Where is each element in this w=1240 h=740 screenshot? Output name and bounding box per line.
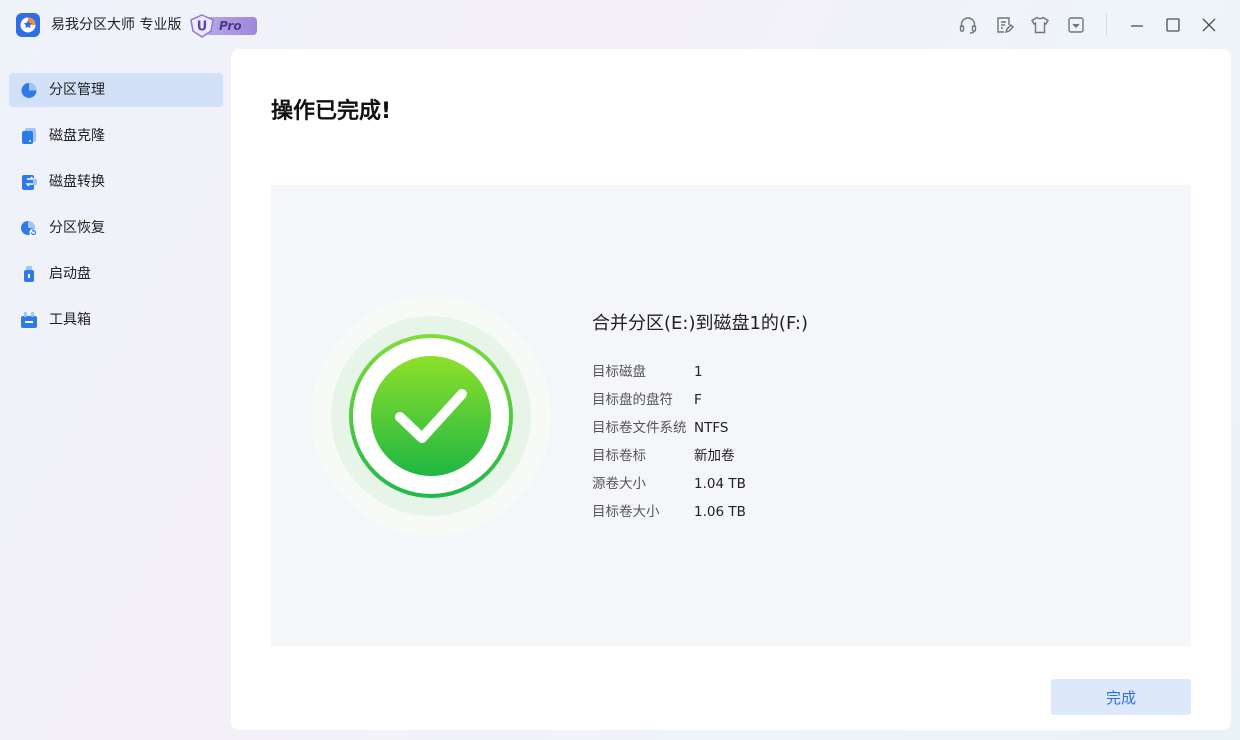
result-card: 合并分区(E:)到磁盘1的(F:) 目标磁盘 1 目标盘的盘符 F 目标卷文件系…	[271, 185, 1191, 646]
sidebar-item-disk-clone[interactable]: 磁盘克隆	[9, 119, 223, 153]
sidebar-item-toolbox[interactable]: 工具箱	[9, 303, 223, 337]
title-bar: 易我分区大师 专业版 Pro U	[0, 0, 1240, 50]
main-panel: 操作已完成! 合并分区(E:)到磁盘1的(F:) 目标磁盘 1 目标盘的盘符 F…	[231, 49, 1231, 730]
detail-key: 目标卷大小	[592, 504, 660, 520]
titlebar-separator	[1106, 14, 1107, 36]
detail-value: 1.06 TB	[694, 504, 746, 520]
operation-title: 合并分区(E:)到磁盘1的(F:)	[592, 313, 808, 334]
feedback-icon[interactable]	[994, 15, 1014, 35]
detail-key: 目标卷文件系统	[592, 420, 687, 436]
toolbox-icon	[21, 312, 37, 328]
sidebar-item-disk-convert[interactable]: 磁盘转换	[9, 165, 223, 199]
sidebar-item-label: 分区恢复	[49, 220, 105, 236]
disk-convert-icon	[22, 175, 37, 190]
detail-value: 1.04 TB	[694, 476, 746, 492]
detail-key: 目标盘的盘符	[592, 392, 673, 408]
app-logo-icon	[16, 13, 40, 37]
sidebar-item-partition-recovery[interactable]: 分区恢复	[9, 211, 223, 245]
pro-badge: Pro U	[189, 14, 259, 38]
page-title: 操作已完成!	[271, 99, 392, 124]
detail-value: F	[694, 392, 702, 408]
success-check-icon	[311, 296, 551, 536]
minimize-icon[interactable]	[1127, 15, 1147, 35]
sidebar-item-label: 工具箱	[49, 312, 91, 328]
badge-letter: U	[197, 20, 208, 35]
sidebar-item-partition-management[interactable]: 分区管理	[9, 73, 223, 107]
bootable-usb-icon	[24, 266, 34, 282]
partition-recovery-icon	[21, 221, 38, 237]
sidebar-item-label: 磁盘克隆	[49, 128, 105, 144]
sidebar-item-bootable-media[interactable]: 启动盘	[9, 257, 223, 291]
partition-pie-icon	[21, 83, 37, 98]
disk-clone-icon	[22, 128, 36, 144]
detail-value: 1	[694, 364, 703, 380]
headset-icon[interactable]	[958, 15, 978, 35]
sidebar-item-label: 分区管理	[49, 82, 105, 98]
menu-dropdown-icon[interactable]	[1066, 15, 1086, 35]
detail-key: 目标卷标	[592, 448, 646, 464]
detail-value: 新加卷	[694, 448, 735, 464]
detail-key: 源卷大小	[592, 476, 646, 492]
badge-shield-icon: U	[190, 14, 214, 38]
close-icon[interactable]	[1199, 15, 1219, 35]
detail-value: NTFS	[694, 420, 729, 436]
skin-icon[interactable]	[1030, 15, 1050, 35]
sidebar-item-label: 启动盘	[49, 266, 91, 282]
maximize-icon[interactable]	[1163, 15, 1183, 35]
app-title: 易我分区大师 专业版	[51, 17, 182, 33]
pro-badge-label: Pro	[219, 19, 242, 33]
finish-button[interactable]: 完成	[1051, 679, 1191, 715]
detail-key: 目标磁盘	[592, 364, 646, 380]
sidebar-item-label: 磁盘转换	[49, 174, 105, 190]
